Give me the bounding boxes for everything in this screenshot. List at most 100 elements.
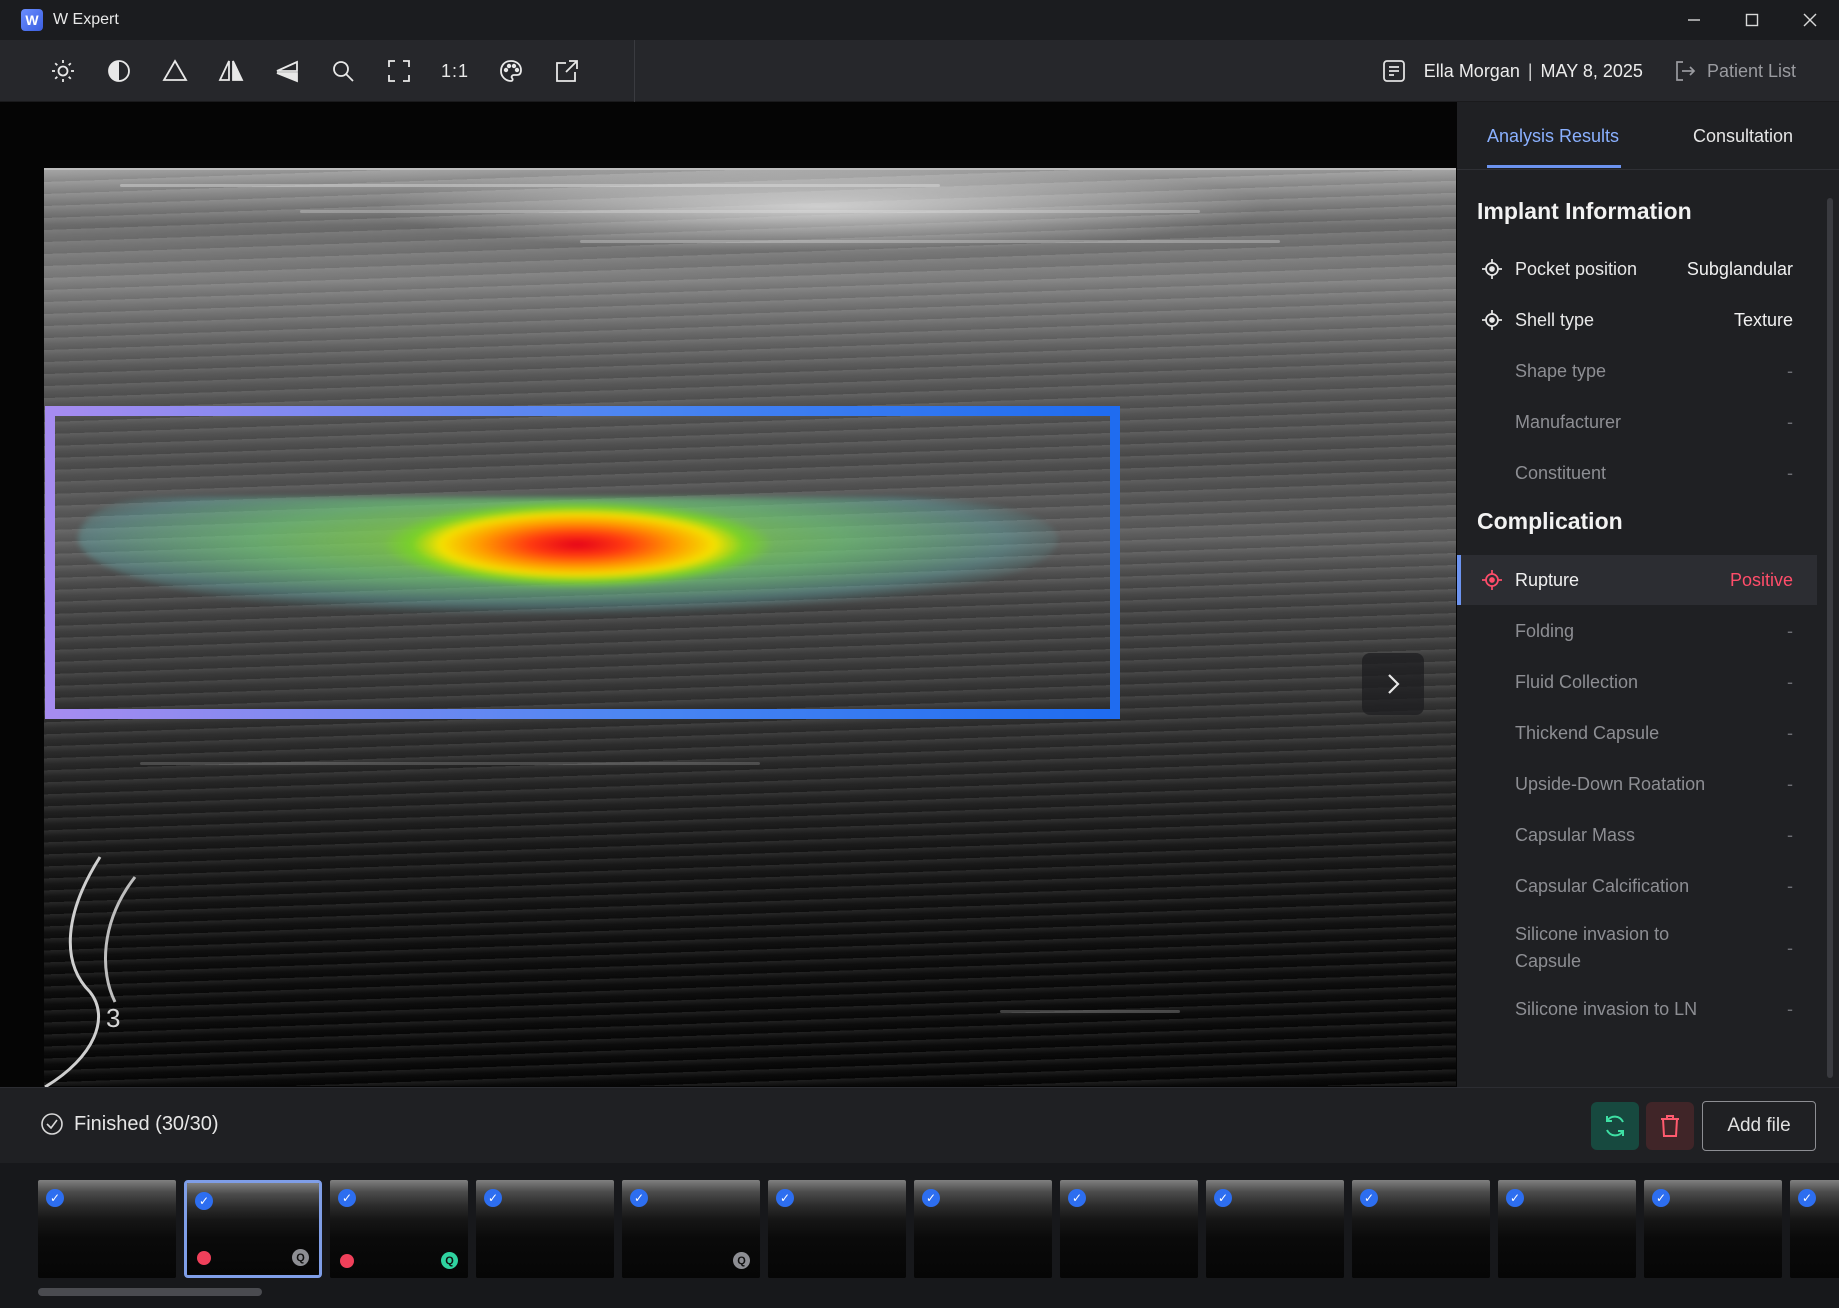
check-icon[interactable]: ✓ [1506, 1189, 1524, 1207]
add-file-button[interactable]: Add file [1702, 1101, 1816, 1151]
row-folding[interactable]: Folding - [1457, 606, 1817, 656]
row-capsular-mass[interactable]: Capsular Mass - [1457, 810, 1817, 860]
trash-icon [1661, 1115, 1679, 1137]
row-upside-down-rotation[interactable]: Upside-Down Roatation - [1457, 759, 1817, 809]
check-icon[interactable]: ✓ [630, 1189, 648, 1207]
toolbar: 1:1 Ella Morgan | MAY 8, 2025 Patient Li… [0, 40, 1839, 102]
detection-box[interactable] [45, 406, 1120, 719]
thumbnail[interactable]: ✓ [1790, 1180, 1839, 1278]
row-thickend-capsule[interactable]: Thickend Capsule - [1457, 708, 1817, 758]
quality-badge-icon: Q [441, 1252, 458, 1269]
triangle-tool-button[interactable] [154, 50, 196, 92]
panel-scrollbar[interactable] [1827, 198, 1833, 1078]
tab-analysis-results[interactable]: Analysis Results [1487, 126, 1619, 147]
check-icon[interactable]: ✓ [1798, 1189, 1816, 1207]
row-value: - [1787, 671, 1793, 692]
maximize-button[interactable] [1723, 0, 1781, 40]
thumbnail[interactable]: ✓ [1352, 1180, 1490, 1278]
logout-icon [1676, 61, 1696, 81]
status-text: Finished (30/30) [74, 1112, 219, 1135]
probe-marker: 3 [44, 856, 137, 1087]
thumbnail[interactable]: ✓ Q [330, 1180, 468, 1278]
analysis-panel: Analysis Results Consultation Implant In… [1457, 102, 1839, 1087]
thumbnail[interactable]: ✓ [1206, 1180, 1344, 1278]
row-value: - [1787, 937, 1793, 958]
row-constituent[interactable]: Constituent - [1457, 448, 1817, 498]
maximize-icon [1745, 13, 1759, 27]
thumbnail[interactable]: ✓ [1498, 1180, 1636, 1278]
check-icon[interactable]: ✓ [1360, 1189, 1378, 1207]
check-icon[interactable]: ✓ [1214, 1189, 1232, 1207]
row-value: Texture [1733, 309, 1793, 330]
target-icon [1482, 259, 1502, 279]
image-viewer[interactable]: 3 [0, 102, 1457, 1087]
flip-vertical-icon [276, 60, 298, 83]
minimize-button[interactable] [1665, 0, 1723, 40]
row-value: - [1787, 360, 1793, 381]
row-shape-type[interactable]: Shape type - [1457, 346, 1817, 396]
flip-vertical-button[interactable] [266, 50, 308, 92]
close-icon [1803, 13, 1817, 27]
delete-button[interactable] [1646, 1102, 1694, 1150]
thumbnail[interactable]: ✓ [768, 1180, 906, 1278]
row-manufacturer[interactable]: Manufacturer - [1457, 397, 1817, 447]
tissue-streak [1000, 1010, 1180, 1013]
check-icon[interactable]: ✓ [338, 1189, 356, 1207]
zoom-button[interactable] [322, 50, 364, 92]
fullscreen-button[interactable] [378, 50, 420, 92]
check-icon[interactable]: ✓ [484, 1189, 502, 1207]
row-rupture[interactable]: Rupture Positive [1457, 555, 1817, 605]
title-bar: W W Expert [0, 0, 1839, 40]
thumbnail[interactable]: ✓ [476, 1180, 614, 1278]
actual-size-button[interactable]: 1:1 [434, 50, 476, 92]
tissue-streak [580, 240, 1280, 243]
close-button[interactable] [1781, 0, 1839, 40]
check-icon[interactable]: ✓ [1652, 1189, 1670, 1207]
toolbar-separator [634, 40, 635, 102]
check-icon[interactable]: ✓ [922, 1189, 940, 1207]
positive-dot-icon [340, 1254, 354, 1268]
thumbnail[interactable]: ✓ [1644, 1180, 1782, 1278]
thumbnail[interactable]: ✓ [38, 1180, 176, 1278]
tab-consultation[interactable]: Consultation [1693, 126, 1793, 147]
check-icon[interactable]: ✓ [1068, 1189, 1086, 1207]
thumbnail[interactable]: ✓ Q [622, 1180, 760, 1278]
status-bar: Finished (30/30) Add file [0, 1087, 1839, 1163]
refresh-button[interactable] [1591, 1102, 1639, 1150]
row-value: Positive [1729, 569, 1793, 590]
thumbnail-scrollbar[interactable] [38, 1288, 262, 1296]
contrast-button[interactable] [98, 50, 140, 92]
patient-list-button[interactable]: Patient List [1673, 59, 1796, 83]
row-label: Fluid Collection [1515, 671, 1639, 692]
row-silicone-invasion-ln[interactable]: Silicone invasion to LN - [1457, 984, 1817, 1034]
row-label: Thickend Capsule [1515, 722, 1660, 743]
check-icon[interactable]: ✓ [46, 1189, 64, 1207]
exam-date: MAY 8, 2025 [1540, 60, 1643, 81]
palette-button[interactable] [490, 50, 532, 92]
row-shell-type[interactable]: Shell type Texture [1457, 295, 1817, 345]
check-icon[interactable]: ✓ [195, 1192, 213, 1210]
row-label: Constituent [1515, 462, 1607, 483]
minimize-icon [1688, 19, 1700, 21]
flip-horizontal-button[interactable] [210, 50, 252, 92]
refresh-icon [1606, 1115, 1624, 1137]
contrast-icon [108, 60, 130, 82]
app-logo: W [21, 9, 43, 31]
check-icon[interactable]: ✓ [776, 1189, 794, 1207]
export-button[interactable] [546, 50, 588, 92]
next-image-button[interactable] [1362, 653, 1424, 715]
row-label: Upside-Down Roatation [1515, 773, 1706, 794]
row-fluid-collection[interactable]: Fluid Collection - [1457, 657, 1817, 707]
row-capsular-calcification[interactable]: Capsular Calcification - [1457, 861, 1817, 911]
thumbnail[interactable]: ✓ Q [184, 1180, 322, 1278]
row-pocket-position[interactable]: Pocket position Subglandular [1457, 244, 1817, 294]
patient-list-label: Patient List [1706, 60, 1796, 81]
thumbnail[interactable]: ✓ [914, 1180, 1052, 1278]
row-value: - [1787, 875, 1793, 896]
row-silicone-invasion-capsule[interactable]: Silicone invasion to Capsule - [1457, 916, 1817, 980]
thumbnail[interactable]: ✓ [1060, 1180, 1198, 1278]
probe-marker-label: 3 [106, 1003, 120, 1033]
brightness-button[interactable] [42, 50, 84, 92]
chevron-right-icon [1388, 674, 1400, 694]
row-label: Manufacturer [1515, 411, 1622, 432]
